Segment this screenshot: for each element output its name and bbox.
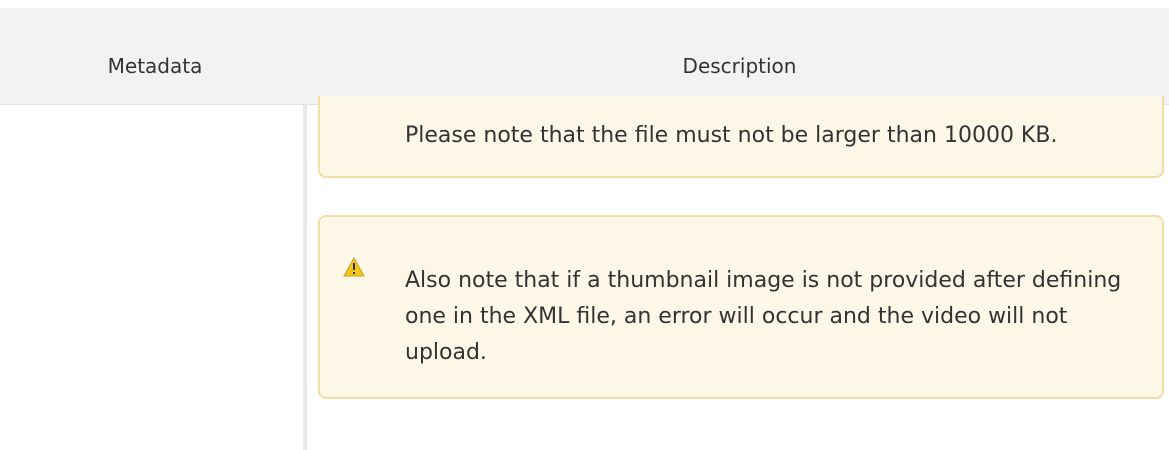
metadata-table: Metadata Description Please note that th… <box>0 8 1169 450</box>
note-box-file-size: Please note that the file must not be la… <box>318 96 1164 178</box>
column-divider <box>303 104 307 450</box>
column-header-description: Description <box>682 54 797 78</box>
column-header-metadata: Metadata <box>107 54 203 78</box>
warning-icon <box>343 257 365 277</box>
table-header-row: Metadata Description <box>0 8 1169 105</box>
note-text: Also note that if a thumbnail image is n… <box>405 268 1122 365</box>
note-box-thumbnail: Also note that if a thumbnail image is n… <box>318 215 1164 399</box>
note-text: Please note that the file must not be la… <box>405 123 1058 148</box>
